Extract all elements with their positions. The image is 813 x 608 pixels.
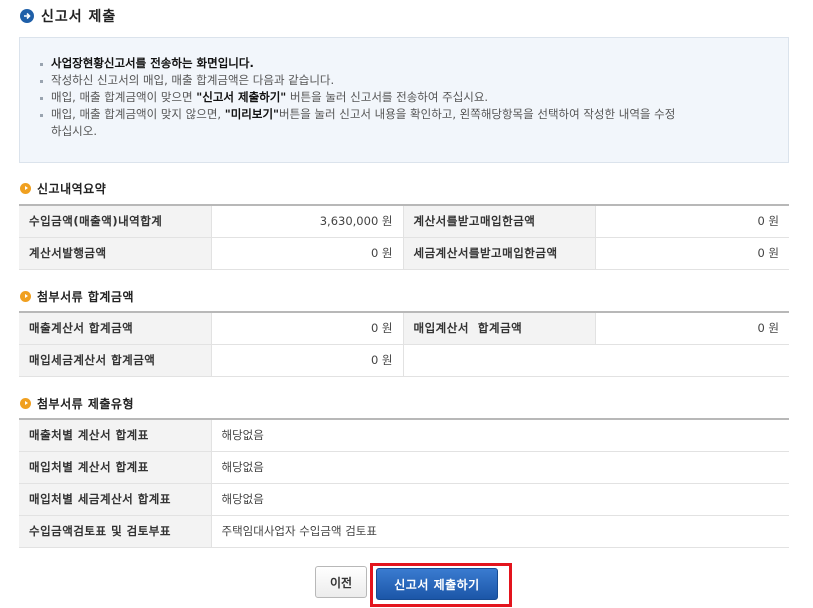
table-value: 해당없음 [210, 451, 789, 484]
table-value: 0 원 [210, 237, 403, 270]
table-value: 0 원 [594, 205, 789, 238]
orange-arrow-icon [20, 397, 31, 409]
submit-report-button[interactable]: 신고서 제출하기 [376, 568, 498, 600]
table-row: 매출계산서 합계금액 0 원 매입계산서 합계금액 0 원 [19, 312, 789, 345]
attach-type-table: 매출처별 계산서 합계표 해당없음 매입처별 계산서 합계표 해당없음 매입처별… [19, 418, 789, 548]
table-value: 주택임대사업자 수입금액 검토표 [210, 515, 789, 548]
table-label: 매입계산서 합계금액 [402, 312, 595, 345]
table-label: 매출계산서 합계금액 [19, 312, 211, 345]
info-text-3: 매입, 매출 합계금액이 맞으면 "신고서 제출하기" 버튼을 눌러 신고서를 … [51, 89, 488, 106]
section-title-text: 첨부서류 제출유형 [37, 396, 134, 411]
info-text-3-bold: "신고서 제출하기" [196, 90, 287, 104]
table-value: 0 원 [210, 312, 403, 345]
table-value: 해당없음 [210, 419, 789, 452]
info-text-3-post: 버튼을 눌러 신고서를 전송하여 주십시요. [286, 90, 489, 104]
section-title-text: 첨부서류 합계금액 [37, 289, 134, 304]
table-row: 매입처별 세금계산서 합계표 해당없음 [19, 483, 789, 516]
info-text-4-pre: 매입, 매출 합계금액이 맞지 않으면, [51, 107, 225, 121]
info-text-5: 하십시오. [51, 124, 97, 138]
table-label: 수입금액(매출액)내역합계 [19, 205, 211, 238]
table-row: 계산서발행금액 0 원 세금계산서를받고매입한금액 0 원 [19, 237, 789, 270]
bullet-icon [40, 97, 43, 100]
page-title: 신고서 제출 [41, 9, 117, 25]
table-value: 0 원 [594, 237, 789, 270]
arrow-right-circle-icon [20, 9, 34, 23]
info-line-3: 매입, 매출 합계금액이 맞으면 "신고서 제출하기" 버튼을 눌러 신고서를 … [40, 89, 758, 106]
section-summary-title: 신고내역요약 [20, 180, 106, 196]
info-text-4-post: 버튼을 눌러 신고서 내용을 확인하고, 왼쪽해당항목을 선택하여 작성한 내역… [279, 107, 676, 121]
info-box: 사업장현황신고서를 전송하는 화면입니다. 작성하신 신고서의 매입, 매출 합… [19, 37, 789, 163]
table-row: 수입금액(매출액)내역합계 3,630,000 원 계산서를받고매입한금액 0 … [19, 205, 789, 238]
table-label: 계산서를받고매입한금액 [402, 205, 595, 238]
empty-cell [402, 344, 789, 377]
orange-arrow-icon [20, 182, 31, 194]
info-line-4: 매입, 매출 합계금액이 맞지 않으면, "미리보기"버튼을 눌러 신고서 내용… [40, 106, 758, 140]
section-attach-type-title: 첨부서류 제출유형 [20, 395, 134, 411]
summary-table: 수입금액(매출액)내역합계 3,630,000 원 계산서를받고매입한금액 0 … [19, 204, 789, 270]
orange-arrow-icon [20, 290, 31, 302]
bullet-icon [40, 114, 43, 117]
bullet-icon [40, 80, 43, 83]
table-row: 매입처별 계산서 합계표 해당없음 [19, 451, 789, 484]
bullet-icon [40, 63, 43, 66]
table-label: 매입처별 세금계산서 합계표 [19, 483, 211, 516]
attach-total-table: 매출계산서 합계금액 0 원 매입계산서 합계금액 0 원 매입세금계산서 합계… [19, 311, 789, 377]
section-attach-total-title: 첨부서류 합계금액 [20, 288, 134, 304]
info-text-2: 작성하신 신고서의 매입, 매출 합계금액은 다음과 같습니다. [51, 73, 335, 87]
table-value: 0 원 [210, 344, 403, 377]
section-title-text: 신고내역요약 [37, 181, 107, 196]
table-label: 수입금액검토표 및 검토부표 [19, 515, 211, 548]
table-row: 매출처별 계산서 합계표 해당없음 [19, 419, 789, 452]
table-label: 세금계산서를받고매입한금액 [402, 237, 595, 270]
info-text-3-pre: 매입, 매출 합계금액이 맞으면 [51, 90, 197, 104]
button-area: 이전 신고서 제출하기 [0, 563, 813, 607]
page-header: 신고서 제출 [20, 5, 116, 27]
table-label: 계산서발행금액 [19, 237, 211, 270]
table-label: 매입처별 계산서 합계표 [19, 451, 211, 484]
info-text-1: 사업장현황신고서를 전송하는 화면입니다. [51, 56, 254, 70]
prev-button[interactable]: 이전 [315, 566, 367, 598]
info-text-4-bold: "미리보기" [224, 107, 280, 121]
info-line-2: 작성하신 신고서의 매입, 매출 합계금액은 다음과 같습니다. [40, 72, 758, 89]
info-line-1: 사업장현황신고서를 전송하는 화면입니다. [40, 55, 758, 72]
table-label: 매입세금계산서 합계금액 [19, 344, 211, 377]
table-value: 0 원 [594, 312, 789, 345]
table-value: 해당없음 [210, 483, 789, 516]
table-row: 매입세금계산서 합계금액 0 원 [19, 344, 789, 377]
table-label: 매출처별 계산서 합계표 [19, 419, 211, 452]
table-value: 3,630,000 원 [210, 205, 403, 238]
table-row: 수입금액검토표 및 검토부표 주택임대사업자 수입금액 검토표 [19, 515, 789, 548]
info-text-4: 매입, 매출 합계금액이 맞지 않으면, "미리보기"버튼을 눌러 신고서 내용… [51, 106, 675, 140]
